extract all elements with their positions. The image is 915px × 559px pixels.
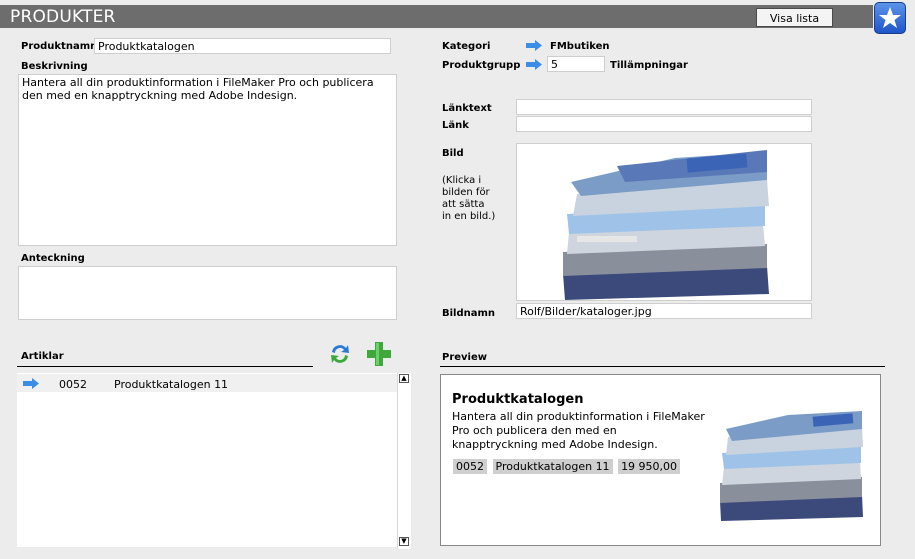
- add-button[interactable]: [365, 341, 393, 367]
- produktnamn-label: Produktnamn: [21, 41, 98, 52]
- lanktext-label: Länktext: [442, 103, 492, 114]
- table-row[interactable]: 0052 Produktkatalogen 11: [17, 374, 397, 392]
- anteckning-label: Anteckning: [21, 253, 85, 264]
- favorite-button[interactable]: [874, 2, 906, 34]
- refresh-icon: [331, 345, 349, 363]
- preview-label: Preview: [442, 352, 488, 363]
- article-number: 0052: [59, 378, 87, 391]
- star-icon: [879, 7, 901, 28]
- anteckning-field[interactable]: [18, 266, 397, 320]
- product-image[interactable]: [516, 143, 812, 301]
- produktgrupp-name: Tillämpningar: [610, 60, 688, 71]
- header-bar: [0, 5, 873, 28]
- produktgrupp-arrow-icon[interactable]: [526, 59, 542, 70]
- preview-image: [720, 411, 863, 521]
- artiklar-label: Artiklar: [21, 351, 64, 362]
- article-name: Produktkatalogen 11: [114, 378, 229, 391]
- catalog-stack-image: [563, 150, 769, 300]
- artiklar-divider: [17, 366, 313, 367]
- kategori-arrow-icon[interactable]: [526, 40, 542, 51]
- bild-label: Bild: [442, 148, 464, 159]
- produktgrupp-label: Produktgrupp: [442, 60, 521, 71]
- visa-lista-button[interactable]: Visa lista: [756, 8, 833, 27]
- articles-scrollbar[interactable]: ▲ ▼: [397, 373, 411, 549]
- bildnamn-label: Bildnamn: [442, 308, 496, 319]
- arrow-right-icon[interactable]: [23, 378, 39, 389]
- preview-article-name: Produktkatalogen 11: [492, 459, 613, 474]
- preview-price: 19 950,00: [618, 459, 681, 474]
- scroll-down-icon[interactable]: ▼: [399, 537, 409, 546]
- lank-field[interactable]: [516, 116, 812, 132]
- articles-list: 0052 Produktkatalogen 11: [17, 373, 411, 547]
- beskrivning-label: Beskrivning: [21, 61, 88, 72]
- page-title: PRODUKTER: [10, 7, 116, 27]
- scroll-up-icon[interactable]: ▲: [399, 374, 409, 383]
- preview-chips: 0052 Produktkatalogen 11 19 950,00: [453, 459, 682, 474]
- kategori-label: Kategori: [442, 41, 491, 52]
- preview-article-number: 0052: [453, 459, 487, 474]
- bildnamn-field[interactable]: Rolf/Bilder/kataloger.jpg: [516, 303, 812, 319]
- preview-description: Hantera all din produktinformation i Fil…: [452, 410, 705, 451]
- lank-label: Länk: [442, 120, 469, 131]
- preview-panel: Produktkatalogen Hantera all din produkt…: [440, 374, 881, 546]
- plus-icon: [367, 342, 391, 366]
- preview-divider: [440, 366, 885, 367]
- refresh-button[interactable]: [328, 341, 352, 367]
- produktnamn-field[interactable]: Produktkatalogen: [94, 38, 391, 54]
- preview-title: Produktkatalogen: [452, 392, 584, 407]
- kategori-value: FMbutiken: [550, 41, 610, 52]
- bild-hint: (Klicka i bilden för att sätta in en bil…: [442, 175, 496, 222]
- beskrivning-field[interactable]: Hantera all din produktinformation i Fil…: [18, 74, 397, 246]
- lanktext-field[interactable]: [516, 99, 812, 115]
- produktgrupp-field[interactable]: 5: [547, 56, 605, 72]
